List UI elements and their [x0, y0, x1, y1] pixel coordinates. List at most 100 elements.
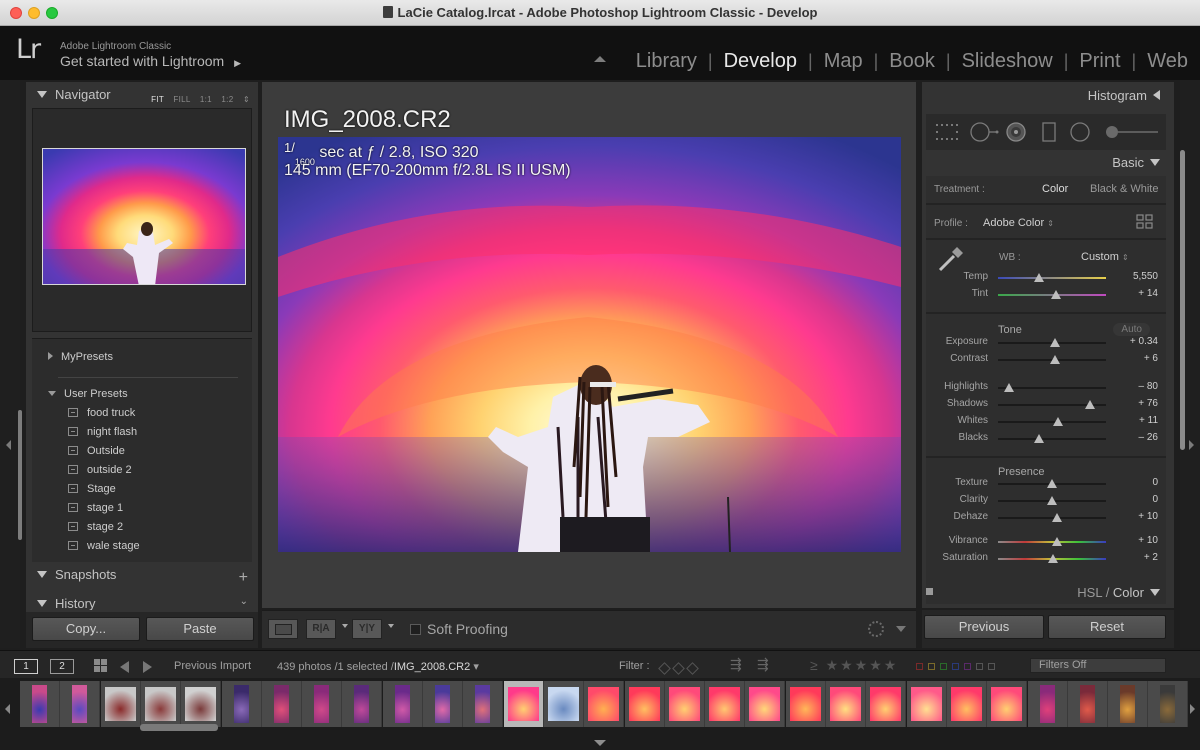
profile-dropdown-arrow-icon[interactable]: ⇕	[1047, 219, 1054, 228]
red-eye-icon[interactable]	[1006, 122, 1026, 142]
contrast-slider-thumb[interactable]	[1050, 355, 1061, 364]
basic-header[interactable]: Basic	[1112, 155, 1160, 170]
blacks-slider-thumb[interactable]	[1034, 434, 1045, 443]
loupe-photo[interactable]	[278, 137, 901, 552]
purple-label-filter[interactable]	[964, 663, 971, 670]
flag-filter-icon[interactable]	[658, 662, 671, 675]
collapse-triangle-icon[interactable]	[1150, 159, 1160, 166]
before-after-swap-button[interactable]: Y|Y	[352, 619, 382, 639]
temp-slider-thumb[interactable]	[1034, 273, 1045, 282]
disclosure-triangle-icon[interactable]	[37, 600, 47, 607]
panel-toggle-switch[interactable]	[926, 588, 933, 595]
collapse-filmstrip-icon[interactable]	[594, 740, 606, 746]
saturation-value[interactable]: + 2	[1118, 552, 1158, 563]
whites-slider[interactable]	[998, 417, 1106, 426]
tint-value[interactable]: + 14	[1118, 288, 1158, 299]
filmstrip-thumbnail[interactable]	[382, 681, 423, 727]
preset-item[interactable]: stage 1	[68, 502, 123, 514]
navigator-preview[interactable]	[32, 108, 252, 332]
highlights-slider[interactable]	[998, 383, 1106, 392]
spot-removal-icon[interactable]	[970, 122, 1000, 142]
filmstrip-thumbnail[interactable]	[1027, 681, 1068, 727]
filmstrip-scroll-left-icon[interactable]	[5, 704, 10, 714]
blacks-slider[interactable]	[998, 434, 1106, 443]
exposure-slider[interactable]	[998, 338, 1106, 347]
filmstrip-thumbnail[interactable]	[745, 681, 786, 727]
left-panel-edge[interactable]	[0, 80, 20, 648]
texture-slider[interactable]	[998, 479, 1106, 488]
filmstrip-thumbnail[interactable]	[584, 681, 625, 727]
module-web[interactable]: Web	[1147, 50, 1188, 73]
copy-settings-button[interactable]: Copy...	[32, 617, 140, 641]
filmstrip-thumbnail[interactable]	[785, 681, 826, 727]
filmstrip-thumbnail[interactable]	[1067, 681, 1108, 727]
exposure-value[interactable]: + 0.34	[1118, 336, 1158, 347]
profile-dropdown[interactable]: Adobe Color ⇕	[983, 217, 1054, 229]
preset-item[interactable]: wale stage	[68, 540, 140, 552]
module-map[interactable]: Map	[824, 50, 863, 73]
blacks-value[interactable]: – 26	[1118, 432, 1158, 443]
preset-item[interactable]: night flash	[68, 426, 137, 438]
filmstrip-thumbnail[interactable]	[946, 681, 987, 727]
profile-browser-icon[interactable]	[1136, 214, 1154, 230]
highlights-slider-thumb[interactable]	[1003, 383, 1014, 392]
filmstrip-thumbnail[interactable]	[826, 681, 866, 727]
loupe-view-button[interactable]	[268, 619, 298, 639]
identity-plate-link[interactable]: Get started with Lightroom ▶	[60, 53, 241, 69]
filmstrip-thumbnail[interactable]	[100, 681, 141, 727]
temp-value[interactable]: 5,550	[1118, 271, 1158, 282]
module-develop[interactable]: Develop	[724, 50, 797, 73]
filmstrip-thumbnail[interactable]	[705, 681, 746, 727]
saturation-slider-thumb[interactable]	[1048, 554, 1059, 563]
zoom-1-1[interactable]: 1:1	[200, 95, 212, 104]
wb-dropdown-arrow-icon[interactable]: ⇕	[1122, 253, 1129, 262]
module-slideshow[interactable]: Slideshow	[962, 50, 1053, 73]
treatment-bw-option[interactable]: Black & White	[1090, 183, 1158, 195]
expand-triangle-icon[interactable]	[48, 352, 53, 360]
disclosure-triangle-icon[interactable]	[37, 571, 47, 578]
before-after-left-right-button[interactable]: R|A	[306, 619, 336, 639]
add-snapshot-button[interactable]: +	[239, 569, 248, 587]
preset-item[interactable]: stage 2	[68, 521, 123, 533]
tint-slider[interactable]	[998, 290, 1106, 299]
filmstrip-thumbnail[interactable]	[20, 681, 60, 727]
blue-label-filter[interactable]	[952, 663, 959, 670]
rejected-filter-icon[interactable]	[686, 662, 699, 675]
filmstrip-thumbnail[interactable]	[181, 681, 222, 727]
zoom-arrows-icon[interactable]: ⇕	[243, 95, 250, 104]
whites-value[interactable]: + 11	[1118, 415, 1158, 426]
toolbar-content-dropdown-icon[interactable]	[896, 626, 906, 632]
treatment-color-option[interactable]: Color	[1042, 183, 1068, 195]
zoom-fit[interactable]: FIT	[151, 95, 164, 104]
custom-label-filter[interactable]	[976, 663, 983, 670]
soft-proofing-checkbox[interactable]	[410, 624, 421, 635]
snapshots-header[interactable]: Snapshots +	[26, 567, 258, 591]
left-panel-scrollbar[interactable]	[18, 410, 22, 540]
crop-overlay-icon[interactable]	[936, 124, 958, 140]
filmstrip-thumbnail[interactable]	[261, 681, 302, 727]
contrast-slider[interactable]	[998, 355, 1106, 364]
main-image-view[interactable]: IMG_2008.CR2 1/1600 sec at ƒ / 2.8, ISO …	[262, 82, 916, 608]
filmstrip-thumbnail[interactable]	[302, 681, 343, 727]
unflagged-filter-icon[interactable]	[672, 662, 685, 675]
adjustment-brush-icon[interactable]	[1104, 124, 1160, 140]
expand-triangle-icon[interactable]	[1150, 589, 1160, 596]
history-header[interactable]: History ⌄	[26, 596, 258, 610]
contrast-value[interactable]: + 6	[1118, 353, 1158, 364]
expand-triangle-icon[interactable]	[1153, 90, 1160, 100]
collapse-left-panel-icon[interactable]	[6, 440, 11, 450]
filmstrip-source[interactable]: Previous Import	[174, 660, 251, 672]
shadows-slider-thumb[interactable]	[1084, 400, 1095, 409]
filmstrip-scrollbar[interactable]	[140, 724, 218, 731]
filmstrip-thumbnail[interactable]	[906, 681, 947, 727]
disclosure-triangle-icon[interactable]	[37, 91, 47, 98]
preset-item[interactable]: food truck	[68, 407, 135, 419]
temp-slider[interactable]	[998, 273, 1106, 282]
primary-display-button[interactable]: 1	[14, 659, 38, 674]
texture-value[interactable]: 0	[1118, 477, 1158, 488]
filter-preset-dropdown[interactable]: Filters Off	[1030, 658, 1166, 673]
filmstrip-thumbnail[interactable]	[140, 681, 181, 727]
secondary-display-button[interactable]: 2	[50, 659, 74, 674]
hsl-color-header[interactable]: HSL / Color	[1077, 585, 1160, 600]
play-arrow-icon[interactable]: ▶	[234, 58, 241, 68]
